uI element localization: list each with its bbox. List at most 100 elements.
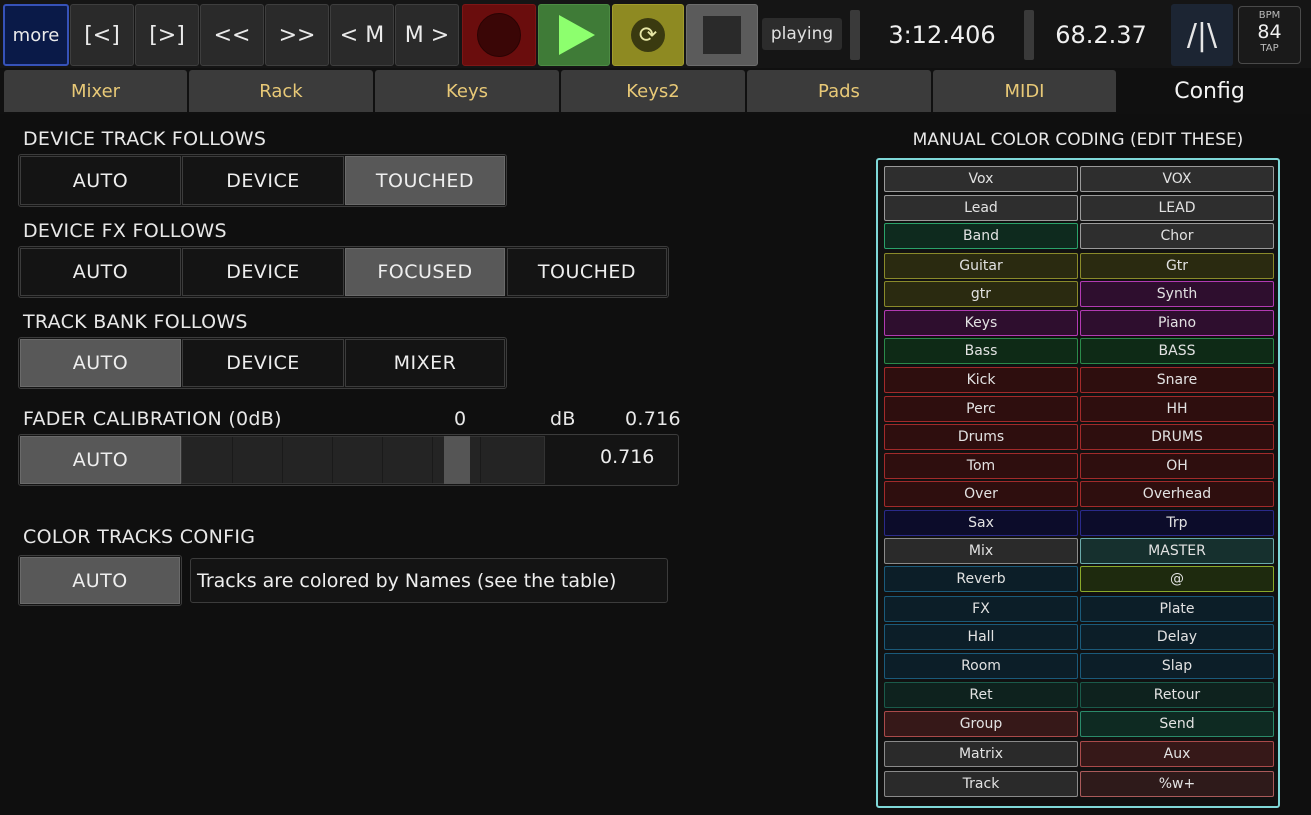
color-code-cell[interactable]: Tom — [884, 453, 1078, 479]
play-button[interactable] — [538, 4, 610, 66]
color-code-cell[interactable]: Synth — [1080, 281, 1274, 307]
color-code-cell[interactable]: Send — [1080, 711, 1274, 737]
color-code-cell[interactable]: HH — [1080, 396, 1274, 422]
tab-midi[interactable]: MIDI — [933, 70, 1116, 112]
color-code-cell[interactable]: Retour — [1080, 682, 1274, 708]
color-code-cell[interactable]: Matrix — [884, 741, 1078, 767]
tab-keys2[interactable]: Keys2 — [561, 70, 745, 112]
fader-auto-button[interactable]: AUTO — [20, 436, 181, 484]
color-code-cell[interactable]: Aux — [1080, 741, 1274, 767]
color-code-cell[interactable]: Over — [884, 481, 1078, 507]
tab-keys[interactable]: Keys — [375, 70, 559, 112]
color-code-cell[interactable]: Snare — [1080, 367, 1274, 393]
track-bank-auto-button[interactable]: AUTO — [20, 339, 181, 387]
track-bank-device-button[interactable]: DEVICE — [182, 339, 344, 387]
bpm-label: BPM — [1258, 10, 1281, 21]
color-code-cell[interactable]: Lead — [884, 195, 1078, 221]
color-code-cell[interactable]: Perc — [884, 396, 1078, 422]
color-code-cell[interactable]: Band — [884, 223, 1078, 249]
color-code-cell[interactable]: BASS — [1080, 338, 1274, 364]
app-logo-icon[interactable]: /|\ — [1171, 4, 1233, 66]
color-code-cell[interactable]: Gtr — [1080, 253, 1274, 279]
color-code-cell[interactable]: Hall — [884, 624, 1078, 650]
color-code-cell[interactable]: %w+ — [1080, 771, 1274, 797]
color-code-cell[interactable]: Delay — [1080, 624, 1274, 650]
next-marker-button[interactable]: [>] — [135, 4, 199, 66]
prev-m-button[interactable]: < M — [330, 4, 394, 66]
fader-tick — [480, 437, 481, 483]
stop-button[interactable] — [686, 4, 758, 66]
tab-mixer[interactable]: Mixer — [4, 70, 187, 112]
color-code-cell[interactable]: Trp — [1080, 510, 1274, 536]
device-fx-focused-button[interactable]: FOCUSED — [345, 248, 505, 296]
fader-calibration-slider[interactable] — [181, 436, 545, 484]
fader-calibration-label: FADER CALIBRATION (0dB) — [23, 408, 282, 430]
fader-value-top: 0.716 — [625, 408, 681, 430]
device-track-follows-label: DEVICE TRACK FOLLOWS — [23, 128, 267, 150]
color-code-cell[interactable]: Keys — [884, 310, 1078, 336]
rewind-button[interactable]: << — [200, 4, 264, 66]
tab-rack[interactable]: Rack — [189, 70, 373, 112]
device-fx-auto-button[interactable]: AUTO — [20, 248, 181, 296]
divider — [1024, 10, 1034, 60]
fader-db-unit: dB — [550, 408, 576, 430]
color-code-cell[interactable]: MASTER — [1080, 538, 1274, 564]
device-fx-touched-button[interactable]: TOUCHED — [507, 248, 667, 296]
track-bank-mixer-button[interactable]: MIXER — [345, 339, 505, 387]
color-code-cell[interactable]: Mix — [884, 538, 1078, 564]
tab-pads[interactable]: Pads — [747, 70, 931, 112]
color-tracks-auto-button[interactable]: AUTO — [20, 557, 180, 604]
loop-button[interactable]: ⟳ — [612, 4, 684, 66]
device-fx-follows-label: DEVICE FX FOLLOWS — [23, 220, 227, 242]
color-code-cell[interactable]: FX — [884, 596, 1078, 622]
bpm-value: 84 — [1257, 21, 1282, 43]
fader-tick — [232, 437, 233, 483]
color-code-cell[interactable]: LEAD — [1080, 195, 1274, 221]
color-code-cell[interactable]: Drums — [884, 424, 1078, 450]
device-fx-device-button[interactable]: DEVICE — [182, 248, 344, 296]
transport-toolbar: more [<] [>] << >> < M M > ⟳ playing 3:1… — [0, 0, 1311, 68]
forward-button[interactable]: >> — [265, 4, 329, 66]
color-code-cell[interactable]: Ret — [884, 682, 1078, 708]
color-code-cell[interactable]: Bass — [884, 338, 1078, 364]
color-code-cell[interactable]: Plate — [1080, 596, 1274, 622]
device-track-touched-button[interactable]: TOUCHED — [345, 156, 505, 205]
color-code-cell[interactable]: OH — [1080, 453, 1274, 479]
fader-tick — [282, 437, 283, 483]
color-code-cell[interactable]: @ — [1080, 566, 1274, 592]
tab-config[interactable]: Config — [1118, 70, 1301, 112]
color-code-cell[interactable]: Room — [884, 653, 1078, 679]
divider — [850, 10, 860, 60]
color-code-cell[interactable]: Chor — [1080, 223, 1274, 249]
loop-icon: ⟳ — [631, 18, 665, 52]
color-code-cell[interactable]: DRUMS — [1080, 424, 1274, 450]
color-code-cell[interactable]: Slap — [1080, 653, 1274, 679]
fader-tick — [332, 437, 333, 483]
next-m-button[interactable]: M > — [395, 4, 459, 66]
fader-db-value: 0 — [454, 408, 467, 430]
record-button[interactable] — [462, 4, 536, 66]
fader-tick — [382, 437, 383, 483]
more-button[interactable]: more — [3, 4, 69, 66]
color-code-cell[interactable]: Reverb — [884, 566, 1078, 592]
color-code-cell[interactable]: Guitar — [884, 253, 1078, 279]
device-track-device-button[interactable]: DEVICE — [182, 156, 344, 205]
fader-handle[interactable] — [443, 436, 470, 484]
color-code-cell[interactable]: Group — [884, 711, 1078, 737]
color-tracks-description: Tracks are colored by Names (see the tab… — [190, 558, 668, 603]
color-code-cell[interactable]: Sax — [884, 510, 1078, 536]
bpm-tap-button[interactable]: BPM 84 TAP — [1238, 6, 1301, 64]
color-code-cell[interactable]: Track — [884, 771, 1078, 797]
color-code-cell[interactable]: Kick — [884, 367, 1078, 393]
record-icon — [477, 13, 521, 57]
play-icon — [559, 15, 595, 55]
color-code-cell[interactable]: Overhead — [1080, 481, 1274, 507]
color-code-cell[interactable]: Piano — [1080, 310, 1274, 336]
color-code-cell[interactable]: VOX — [1080, 166, 1274, 192]
tab-bar: Mixer Rack Keys Keys2 Pads MIDI Config — [0, 68, 1311, 114]
transport-status: playing — [762, 18, 842, 50]
color-code-cell[interactable]: Vox — [884, 166, 1078, 192]
device-track-auto-button[interactable]: AUTO — [20, 156, 181, 205]
color-code-cell[interactable]: gtr — [884, 281, 1078, 307]
prev-marker-button[interactable]: [<] — [70, 4, 134, 66]
